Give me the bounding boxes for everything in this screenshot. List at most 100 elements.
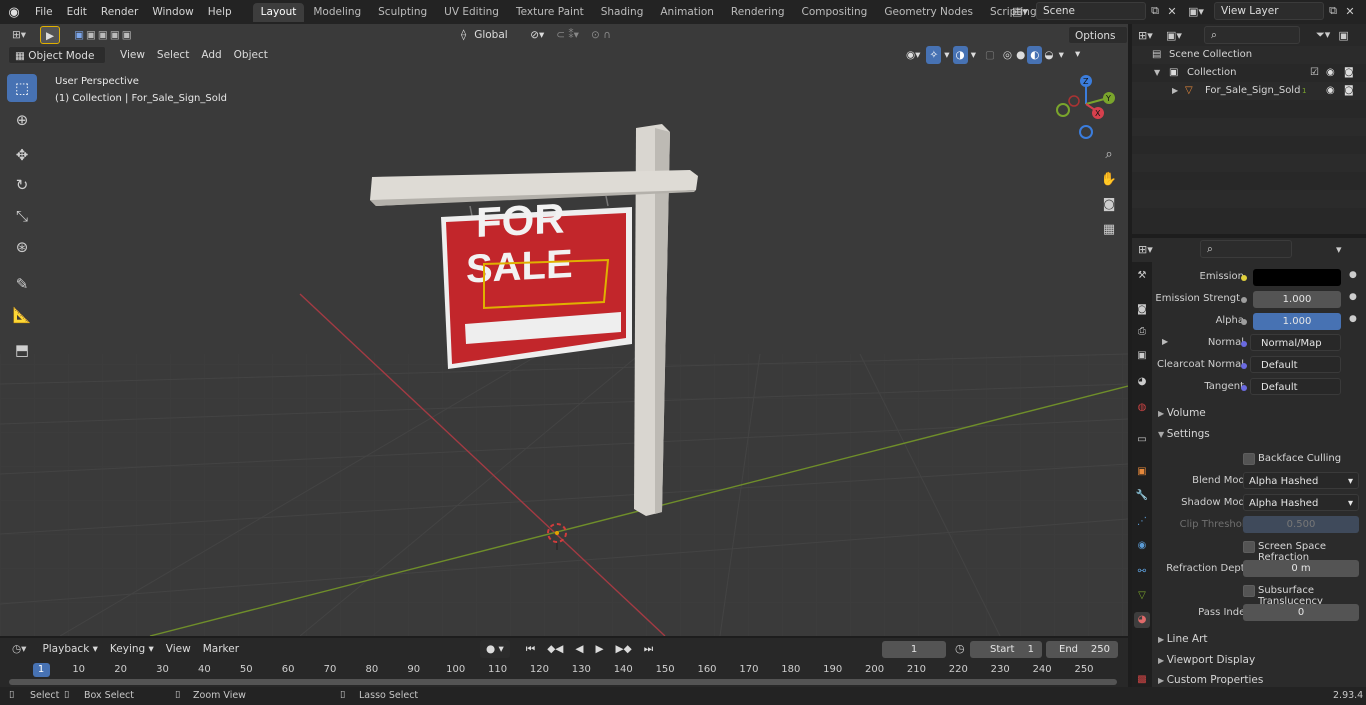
editor-type-icon[interactable]: ⊞▾: [6, 26, 32, 44]
clearcoat-normal-field[interactable]: Default: [1250, 356, 1341, 373]
timeline-menu-playback[interactable]: Playback ▾: [36, 640, 103, 658]
menu-edit[interactable]: Edit: [60, 0, 94, 24]
transform-orientation-dropdown[interactable]: Global: [468, 26, 524, 44]
snap-icon[interactable]: ⊂ ⁑▾: [550, 26, 585, 44]
object-mode-dropdown[interactable]: ▦ Object Mode: [8, 46, 106, 64]
screen-space-refraction-checkbox[interactable]: [1243, 541, 1255, 553]
properties-editor-icon[interactable]: ⊞▾: [1138, 243, 1166, 256]
outliner-row-scene-collection[interactable]: ▤ Scene Collection: [1132, 46, 1366, 64]
properties-options-icon[interactable]: ▾: [1336, 243, 1342, 256]
emission-keyframe-icon[interactable]: ●: [1349, 270, 1357, 280]
pan-hand-icon[interactable]: ✋: [1098, 167, 1120, 192]
outliner-row-collection[interactable]: ▼ ▣ Collection ☑ ◉ ◙: [1132, 64, 1366, 82]
texture-tab-icon[interactable]: ▩: [1134, 672, 1150, 687]
data-tab-icon[interactable]: ▽: [1134, 588, 1150, 604]
gizmo-toggle-icon[interactable]: ✧: [926, 46, 942, 64]
display-mode-icon[interactable]: ▣▾: [1166, 29, 1194, 42]
start-frame-field[interactable]: Start 1: [970, 641, 1042, 658]
shadow-mode-dropdown[interactable]: Alpha Hashed ▾: [1243, 494, 1359, 511]
gizmo-dropdown-icon[interactable]: ▾: [941, 46, 952, 64]
physics-tab-icon[interactable]: ◉: [1134, 538, 1150, 554]
timeline-menu-keying[interactable]: Keying ▾: [104, 640, 160, 658]
collection-tab-icon[interactable]: ▭: [1134, 432, 1150, 448]
solid-shading-icon[interactable]: ●: [1014, 46, 1027, 64]
timeline-menu-marker[interactable]: Marker: [197, 640, 245, 658]
play-icon[interactable]: ▶: [589, 640, 609, 658]
constraints-tab-icon[interactable]: ⚯: [1134, 564, 1150, 580]
perspective-grid-icon[interactable]: ▦: [1098, 217, 1120, 242]
object-visibility-eye-icon[interactable]: ◉: [1326, 82, 1335, 100]
alpha-socket-icon[interactable]: [1241, 319, 1247, 325]
measure-tool[interactable]: 📐: [7, 301, 37, 329]
view-layer-tab-icon[interactable]: ▣: [1134, 348, 1150, 364]
rendered-shading-icon[interactable]: ◒: [1042, 46, 1055, 64]
cursor-tool[interactable]: ⊕: [7, 106, 37, 134]
emission-strength-field[interactable]: 1.000: [1253, 291, 1341, 308]
outliner-row-object[interactable]: ▶ ▽ For_Sale_Sign_Sold 1 ◉ ◙: [1132, 82, 1366, 100]
tab-layout[interactable]: Layout: [252, 2, 305, 22]
tab-animation[interactable]: Animation: [652, 3, 722, 22]
blender-logo-icon[interactable]: ◉: [0, 5, 28, 20]
clip-threshold-field[interactable]: 0.500: [1243, 516, 1359, 533]
transform-tool[interactable]: ⊛: [7, 233, 37, 261]
scale-tool[interactable]: ⤡: [7, 202, 37, 230]
material-tab-icon[interactable]: ◕: [1134, 612, 1150, 628]
delete-view-layer-icon[interactable]: ✕: [1342, 5, 1358, 18]
visibility-eye-icon[interactable]: ◉: [1326, 64, 1335, 82]
alpha-keyframe-icon[interactable]: ●: [1349, 314, 1357, 324]
overlays-dropdown-icon[interactable]: ▾: [968, 46, 979, 64]
material-shading-icon[interactable]: ◐: [1027, 46, 1043, 64]
properties-search-input[interactable]: ⌕: [1200, 240, 1292, 258]
modifier-wrench-icon[interactable]: 🔧: [1134, 488, 1150, 504]
select-tool-icon[interactable]: ▶: [40, 26, 61, 44]
play-reverse-icon[interactable]: ◀: [569, 640, 589, 658]
viewport-menu-add[interactable]: Add: [195, 46, 227, 64]
zoom-icon[interactable]: ⌕: [1098, 142, 1120, 167]
menu-file[interactable]: File: [28, 0, 60, 24]
filter-icon[interactable]: ⏷▾: [1316, 28, 1330, 42]
alpha-field[interactable]: 1.000: [1253, 313, 1341, 330]
tangent-field[interactable]: Default: [1250, 378, 1341, 395]
emission-socket-icon[interactable]: [1241, 275, 1247, 281]
tab-shading[interactable]: Shading: [593, 3, 652, 22]
jump-to-keyframe-forward-icon[interactable]: ▶◆: [610, 640, 638, 658]
tab-sculpting[interactable]: Sculpting: [370, 3, 435, 22]
options-dropdown[interactable]: Options ▾: [1068, 26, 1128, 60]
annotate-tool[interactable]: ✎: [7, 270, 37, 298]
timeline-editor-icon[interactable]: ◷▾: [6, 640, 32, 658]
preview-range-clock-icon[interactable]: ◷: [955, 642, 965, 655]
render-camera-icon[interactable]: ◙: [1344, 64, 1354, 82]
backface-culling-checkbox[interactable]: [1243, 453, 1255, 465]
timeline-scrollbar[interactable]: [9, 679, 1117, 685]
viewport-menu-select[interactable]: Select: [151, 46, 195, 64]
new-collection-icon[interactable]: ▣: [1338, 29, 1348, 42]
pass-index-field[interactable]: 0: [1243, 604, 1359, 621]
render-tab-icon[interactable]: ◙: [1134, 302, 1150, 318]
menu-help[interactable]: Help: [201, 0, 239, 24]
custom-properties-panel-header[interactable]: ▶ Custom Properties: [1158, 674, 1263, 686]
wireframe-shading-icon[interactable]: ◎: [1001, 46, 1014, 64]
camera-view-icon[interactable]: ◙: [1098, 192, 1120, 217]
move-tool[interactable]: ✥: [7, 141, 37, 169]
current-frame-field[interactable]: 1: [882, 641, 946, 658]
delete-scene-icon[interactable]: ✕: [1164, 5, 1180, 18]
navigation-gizmo[interactable]: Z Y X: [1050, 72, 1120, 142]
select-mode-icons[interactable]: ▣▣▣▣▣: [68, 26, 140, 44]
output-tab-icon[interactable]: ⎙: [1134, 324, 1150, 340]
menu-window[interactable]: Window: [145, 0, 200, 24]
normal-socket-icon[interactable]: [1241, 341, 1247, 347]
3d-viewport[interactable]: FOR SALE ⊞▾ ▶ ▣▣▣▣▣ ⟠ Global ⊘▾ ⊂ ⁑▾ ⊙ ∩…: [0, 24, 1128, 636]
visibility-icon[interactable]: ◉▾: [900, 46, 926, 64]
scene-selector[interactable]: ▤▾ Scene ⧉ ✕: [1012, 2, 1180, 20]
object-tab-icon[interactable]: ▣: [1134, 464, 1150, 480]
add-cube-tool[interactable]: ⬒: [7, 336, 37, 364]
jump-to-start-icon[interactable]: ⏮: [520, 640, 541, 658]
line-art-panel-header[interactable]: ▶ Line Art: [1158, 633, 1208, 645]
view-layer-selector[interactable]: ▣▾ View Layer ⧉ ✕: [1188, 2, 1358, 20]
overlays-toggle-icon[interactable]: ◑: [952, 46, 968, 64]
tab-uv-editing[interactable]: UV Editing: [436, 3, 507, 22]
auto-keying-record-icon[interactable]: ● ▾: [480, 640, 510, 658]
scene-name-field[interactable]: Scene: [1036, 2, 1146, 20]
viewport-display-panel-header[interactable]: ▶ Viewport Display: [1158, 654, 1255, 666]
pivot-point-icon[interactable]: ⊘▾: [524, 26, 550, 44]
